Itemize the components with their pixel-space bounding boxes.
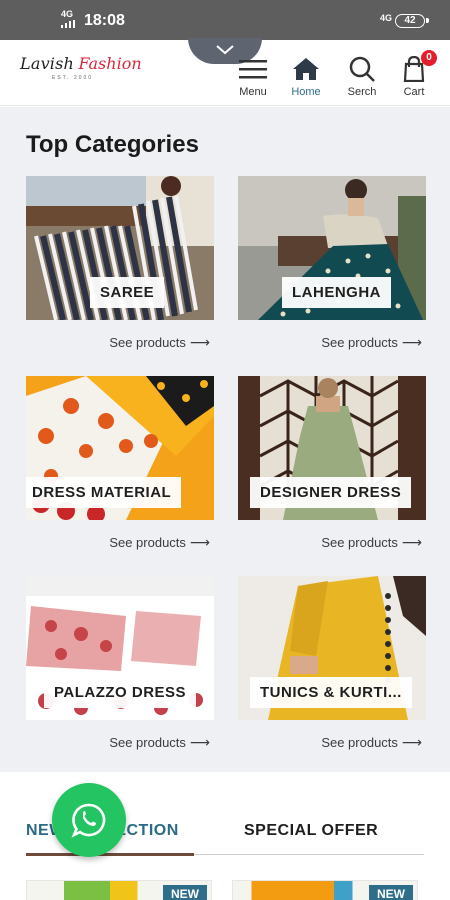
nav-menu[interactable]: Menu <box>227 56 279 98</box>
category-image[interactable]: PALAZZO DRESS <box>26 576 214 720</box>
network-indicator: 4G <box>61 9 75 28</box>
brand-logo[interactable]: Lavish Fashion EST. 2000 <box>20 54 142 81</box>
category-card-saree[interactable]: SAREE See products ⟶ <box>26 176 214 350</box>
home-icon <box>293 58 319 80</box>
nav-search[interactable]: Serch <box>336 56 388 98</box>
category-label: LAHENGHA <box>282 277 391 308</box>
arrow-right-icon: ⟶ <box>189 534 210 550</box>
tab-special-offer[interactable]: SPECIAL OFFER <box>244 822 378 840</box>
category-label: PALAZZO DRESS <box>44 677 197 708</box>
see-products-link[interactable]: See products ⟶ <box>321 534 422 551</box>
product-card[interactable]: NEW <box>232 880 418 900</box>
see-products-link[interactable]: See products ⟶ <box>109 334 210 351</box>
category-label: SAREE <box>90 277 165 308</box>
signal-icon <box>61 20 75 28</box>
category-label: DESIGNER DRESS <box>250 477 412 508</box>
category-label: TUNICS & KURTI... <box>250 677 412 708</box>
tab-active-indicator <box>26 853 194 856</box>
top-categories-section: Top Categories SAREE See products ⟶ LAHE… <box>0 107 450 772</box>
category-card-tunics-kurti[interactable]: TUNICS & KURTI... See products ⟶ <box>238 576 426 750</box>
new-badge: NEW <box>369 885 413 900</box>
menu-icon <box>239 60 267 79</box>
category-card-dress-material[interactable]: DRESS MATERIAL See products ⟶ <box>26 376 214 550</box>
see-products-link[interactable]: See products ⟶ <box>321 334 422 351</box>
category-image[interactable]: LAHENGHA <box>238 176 426 320</box>
category-card-palazzo-dress[interactable]: PALAZZO DRESS See products ⟶ <box>26 576 214 750</box>
whatsapp-button[interactable] <box>52 783 126 857</box>
status-bar: 4G 18:08 4G 42 <box>0 0 450 40</box>
arrow-right-icon: ⟶ <box>189 334 210 350</box>
arrow-right-icon: ⟶ <box>189 734 210 750</box>
see-products-link[interactable]: See products ⟶ <box>109 734 210 751</box>
section-title: Top Categories <box>26 131 199 158</box>
category-image[interactable]: SAREE <box>26 176 214 320</box>
cart-count-badge: 0 <box>421 50 437 66</box>
arrow-right-icon: ⟶ <box>401 534 422 550</box>
whatsapp-icon <box>71 803 106 838</box>
category-image[interactable]: DRESS MATERIAL <box>26 376 214 520</box>
category-image[interactable]: DESIGNER DRESS <box>238 376 426 520</box>
see-products-link[interactable]: See products ⟶ <box>109 534 210 551</box>
status-time: 18:08 <box>84 12 125 29</box>
nav-cart[interactable]: Cart 0 <box>388 50 440 98</box>
search-icon <box>349 56 375 82</box>
see-products-link[interactable]: See products ⟶ <box>321 734 422 751</box>
nav-home[interactable]: Home <box>280 56 332 98</box>
new-badge: NEW <box>163 885 207 900</box>
app-header: Lavish Fashion EST. 2000 Menu Home Serch… <box>0 38 450 106</box>
battery-icon: 42 <box>395 14 429 28</box>
category-label: DRESS MATERIAL <box>26 477 182 508</box>
network-indicator-right: 4G <box>380 13 393 23</box>
category-card-designer-dress[interactable]: DESIGNER DRESS See products ⟶ <box>238 376 426 550</box>
product-card[interactable]: NEW <box>26 880 212 900</box>
arrow-right-icon: ⟶ <box>401 734 422 750</box>
category-image[interactable]: TUNICS & KURTI... <box>238 576 426 720</box>
chevron-down-icon <box>216 45 234 55</box>
arrow-right-icon: ⟶ <box>401 334 422 350</box>
category-card-lahengha[interactable]: LAHENGHA See products ⟶ <box>238 176 426 350</box>
